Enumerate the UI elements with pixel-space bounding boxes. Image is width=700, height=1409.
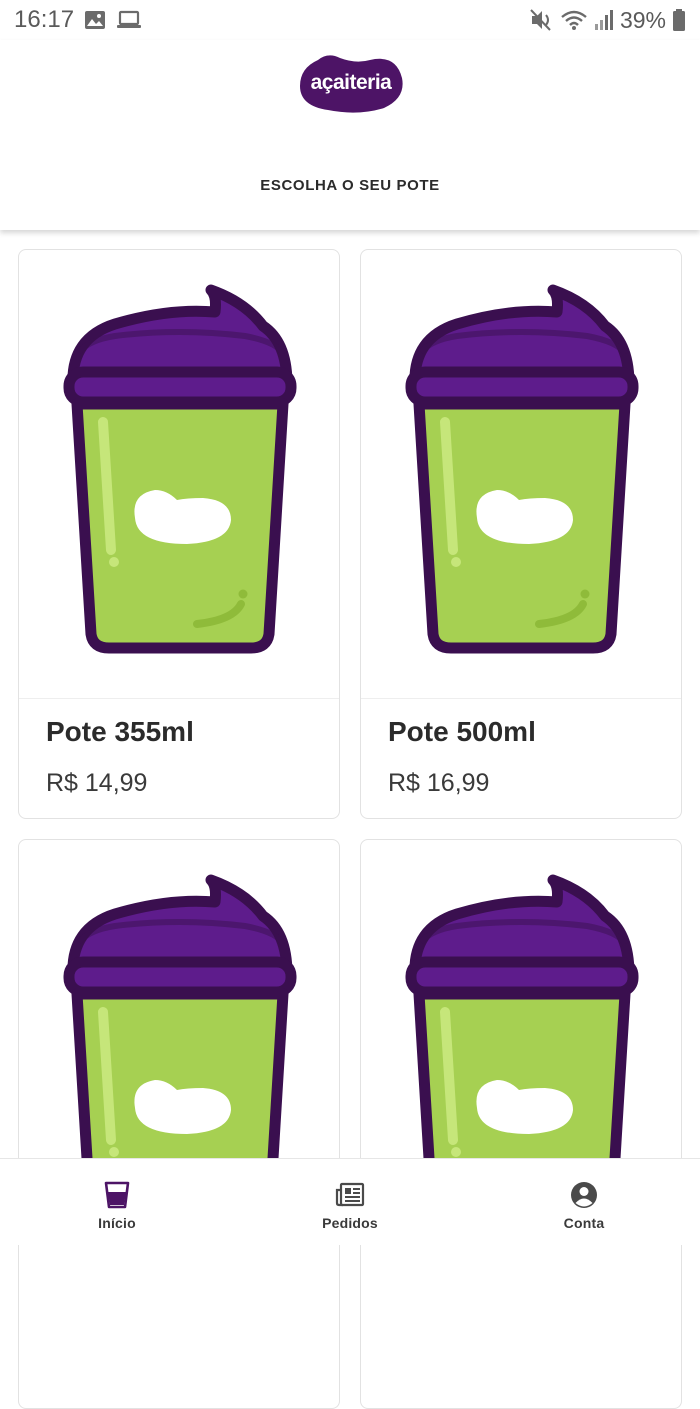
newspaper-icon: [335, 1180, 365, 1210]
nav-label: Conta: [563, 1215, 605, 1231]
wifi-icon: [560, 9, 588, 31]
product-name: Pote 500ml: [388, 716, 536, 747]
product-price: R$ 16,99: [388, 769, 490, 797]
nav-item-pedidos[interactable]: Pedidos: [280, 1159, 420, 1245]
battery-icon: [672, 8, 686, 32]
status-bar: 16:17 39%: [0, 0, 700, 40]
app-header: açaiteria ESCOLHA O SEU POTE: [0, 40, 700, 230]
logo-text: açaiteria: [310, 71, 392, 94]
nav-label: Início: [98, 1215, 136, 1231]
status-left: 16:17: [14, 6, 142, 34]
card-divider: [19, 698, 339, 699]
product-price: R$ 14,99: [46, 769, 148, 797]
mute-icon: [530, 9, 554, 31]
image-icon: [84, 10, 106, 30]
nav-label: Pedidos: [322, 1215, 378, 1231]
product-name: Pote 355ml: [46, 716, 194, 747]
acaiteria-logo[interactable]: açaiteria: [298, 52, 404, 114]
bottom-navigation: Início Pedidos Conta: [0, 1158, 700, 1245]
nav-item-conta[interactable]: Conta: [514, 1159, 654, 1245]
product-card[interactable]: [18, 839, 340, 1409]
battery-percentage: 39%: [619, 6, 666, 33]
acai-cup-icon: [361, 250, 681, 698]
status-right: 39%: [530, 7, 686, 34]
acai-cup-icon: [19, 250, 339, 698]
account-icon: [570, 1180, 598, 1210]
product-card[interactable]: [360, 839, 682, 1409]
product-card[interactable]: Pote 355ml R$ 14,99: [18, 249, 340, 819]
page-title: ESCOLHA O SEU POTE: [260, 177, 440, 194]
nav-item-inicio[interactable]: Início: [47, 1159, 187, 1245]
card-divider: [361, 698, 681, 699]
cup-icon: [104, 1180, 130, 1210]
laptop-icon: [116, 10, 142, 30]
status-time: 16:17: [14, 6, 75, 33]
signal-icon: [594, 9, 614, 31]
product-card[interactable]: Pote 500ml R$ 16,99: [360, 249, 682, 819]
